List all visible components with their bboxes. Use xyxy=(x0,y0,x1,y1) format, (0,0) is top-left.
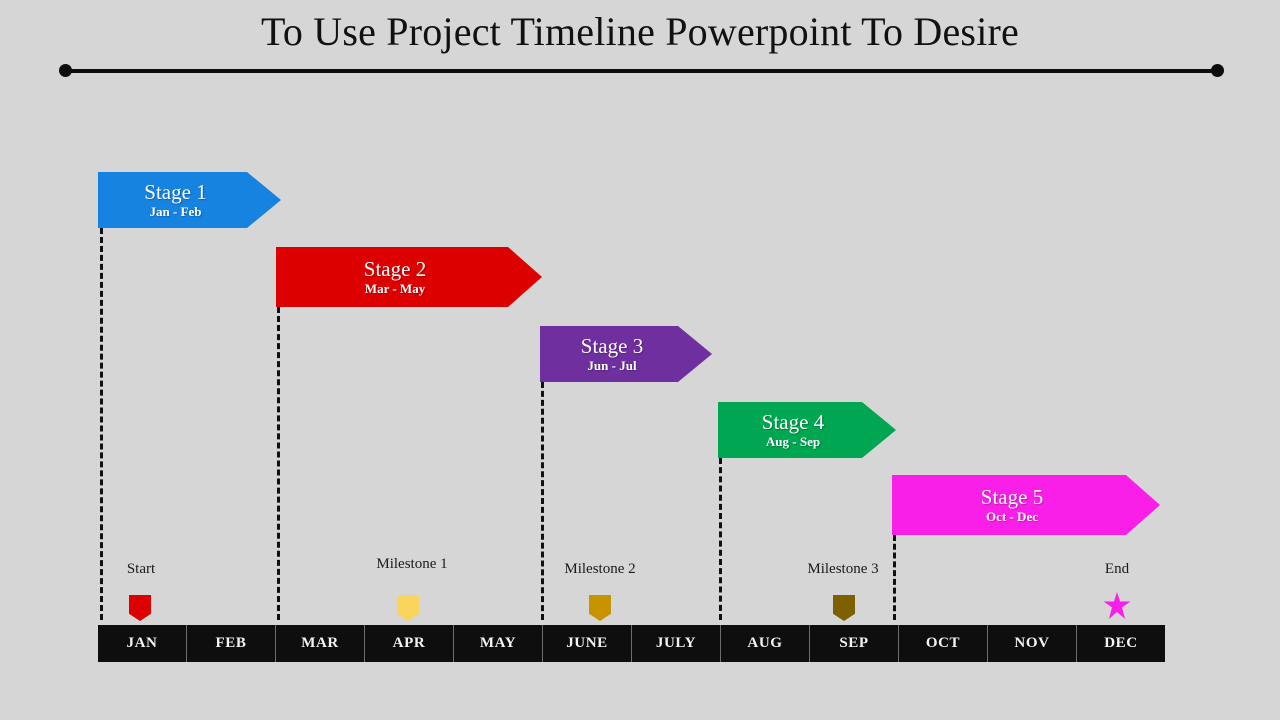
month-cell-oct[interactable]: OCT xyxy=(899,625,988,662)
month-cell-nov[interactable]: NOV xyxy=(988,625,1077,662)
dashed-connector-2 xyxy=(277,307,280,620)
dashed-connector-4 xyxy=(719,458,722,620)
month-cell-aug[interactable]: AUG xyxy=(721,625,810,662)
stage-title: Stage 1 xyxy=(144,180,207,204)
month-cell-mar[interactable]: MAR xyxy=(276,625,365,662)
shield-marker-1[interactable] xyxy=(129,595,151,621)
month-cell-june[interactable]: JUNE xyxy=(543,625,632,662)
star-marker-5[interactable] xyxy=(1103,592,1131,619)
month-cell-sep[interactable]: SEP xyxy=(810,625,899,662)
month-cell-dec[interactable]: DEC xyxy=(1077,625,1165,662)
stage-period: Jun - Jul xyxy=(587,358,637,373)
stage-title: Stage 5 xyxy=(980,485,1044,509)
stage-title: Stage 3 xyxy=(580,334,644,358)
shield-marker-2[interactable] xyxy=(397,595,419,621)
milestone-label-1: Start xyxy=(126,561,156,577)
milestone-label-3: Milestone 2 xyxy=(564,561,636,577)
month-cell-may[interactable]: MAY xyxy=(454,625,543,662)
shield-marker-3[interactable] xyxy=(589,595,611,621)
stage-period: Oct - Dec xyxy=(986,509,1038,524)
stage-banner-4[interactable]: Stage 4 Aug - Sep xyxy=(718,402,896,458)
dashed-connector-5 xyxy=(893,535,896,620)
stage-banner-5[interactable]: Stage 5 Oct - Dec xyxy=(892,475,1160,535)
stage-banner-2[interactable]: Stage 2 Mar - May xyxy=(276,247,542,307)
shield-marker-4[interactable] xyxy=(833,595,855,621)
month-cell-apr[interactable]: APR xyxy=(365,625,454,662)
page-title: To Use Project Timeline Powerpoint To De… xyxy=(261,9,1019,54)
stage-period: Aug - Sep xyxy=(765,434,821,449)
stage-period: Mar - May xyxy=(364,281,426,296)
stage-title: Stage 2 xyxy=(363,257,427,281)
stage-period: Jan - Feb xyxy=(149,204,202,219)
milestone-label-4: Milestone 3 xyxy=(807,561,879,577)
dashed-connector-1 xyxy=(100,228,103,620)
stage-banner-3[interactable]: Stage 3 Jun - Jul xyxy=(540,326,712,382)
timeline-slide: To Use Project Timeline Powerpoint To De… xyxy=(0,0,1280,720)
stage-banner-1[interactable]: Stage 1 Jan - Feb xyxy=(98,172,281,228)
month-cell-july[interactable]: JULY xyxy=(632,625,721,662)
stage-title: Stage 4 xyxy=(761,410,825,434)
milestone-label-5: End xyxy=(1104,561,1130,577)
month-axis: JAN FEB MAR APR MAY JUNE JULY AUG SEP OCT NOV DEC xyxy=(98,625,1165,662)
milestone-label-2: Milestone 1 xyxy=(376,556,448,572)
dashed-connector-3 xyxy=(541,382,544,620)
top-rule-right-dot xyxy=(1211,64,1224,77)
month-cell-feb[interactable]: FEB xyxy=(187,625,276,662)
top-rule-line xyxy=(64,69,1219,73)
month-cell-jan[interactable]: JAN xyxy=(98,625,187,662)
